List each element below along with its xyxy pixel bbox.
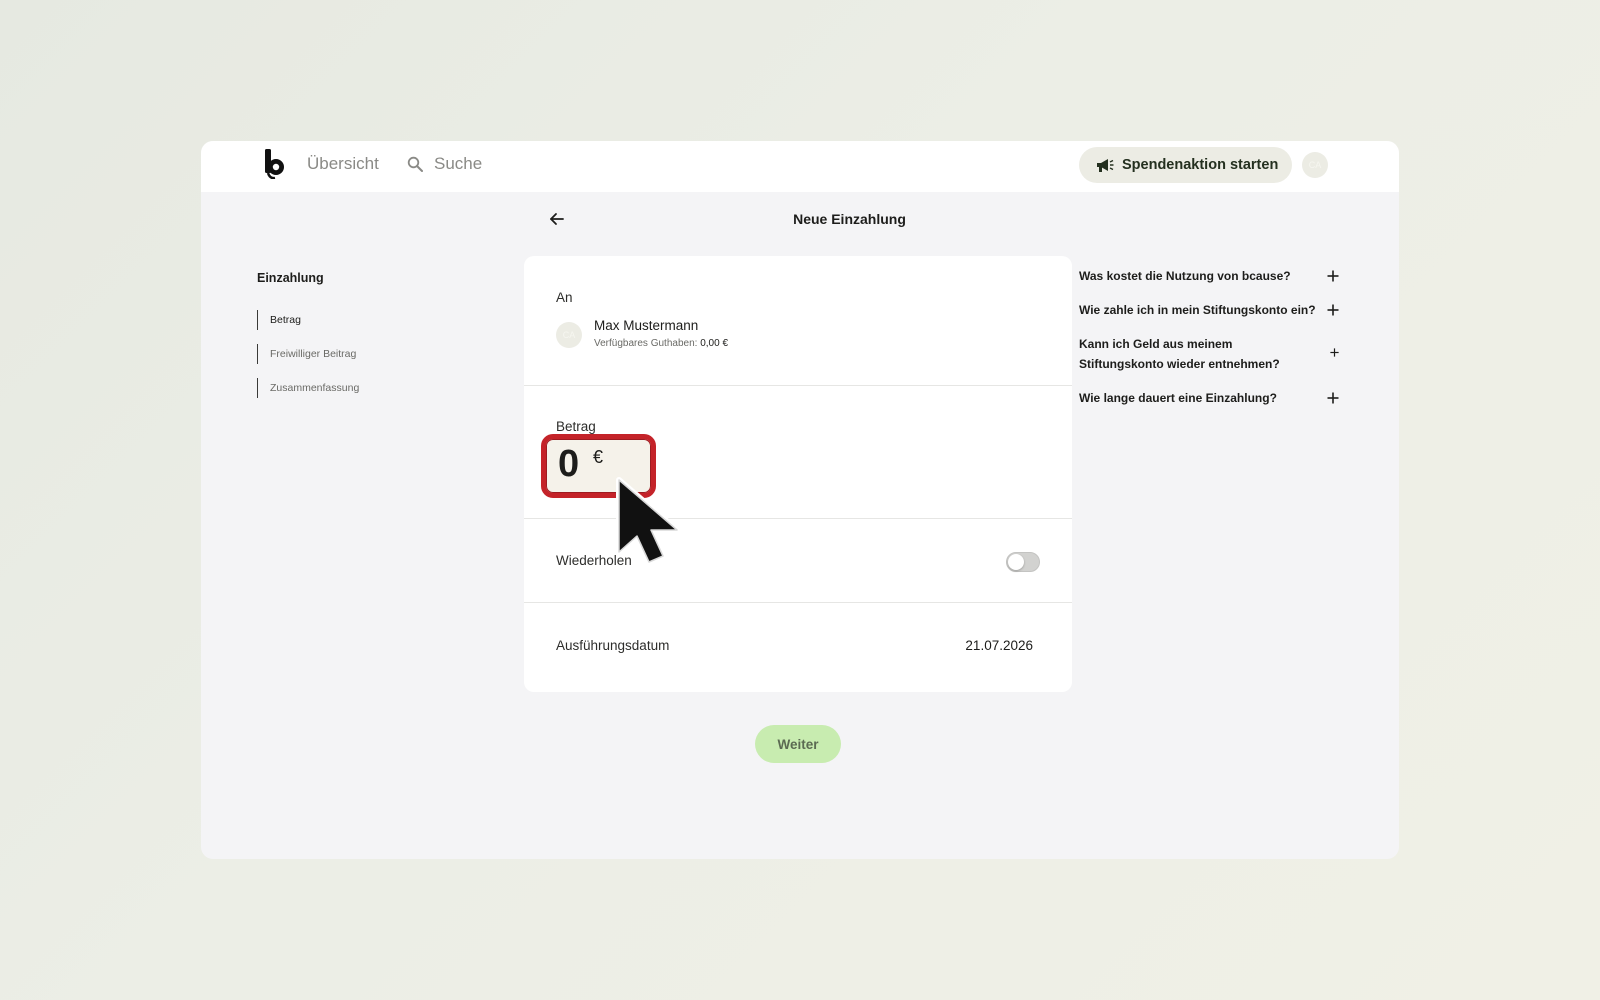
plus-icon bbox=[1330, 348, 1339, 357]
faq-item[interactable]: Wie lange dauert eine Einzahlung? bbox=[1079, 388, 1339, 408]
plus-icon bbox=[1327, 392, 1339, 404]
recipient-name: Max Mustermann bbox=[594, 318, 699, 333]
start-campaign-label: Spendenaktion starten bbox=[1122, 157, 1279, 173]
faq-item[interactable]: Was kostet die Nutzung von bcause? bbox=[1079, 266, 1339, 286]
faq-item[interactable]: Kann ich Geld aus meinem Stiftungskonto … bbox=[1079, 334, 1339, 374]
search-link[interactable]: Suche bbox=[434, 154, 482, 174]
plus-icon bbox=[1327, 270, 1339, 282]
faq-question: Was kostet die Nutzung von bcause? bbox=[1079, 269, 1291, 283]
divider bbox=[524, 518, 1072, 519]
faq-question: Kann ich Geld aus meinem Stiftungskonto … bbox=[1079, 337, 1280, 371]
page-title: Neue Einzahlung bbox=[793, 211, 906, 227]
step-voluntary-contribution[interactable]: Freiwilliger Beitrag bbox=[257, 344, 356, 364]
recipient-avatar: CA bbox=[556, 322, 582, 348]
back-arrow-icon[interactable] bbox=[549, 211, 565, 227]
nav-overview-link[interactable]: Übersicht bbox=[307, 154, 379, 174]
bcause-logo-icon[interactable] bbox=[263, 149, 287, 179]
megaphone-icon bbox=[1097, 158, 1114, 172]
toggle-knob bbox=[1008, 554, 1024, 570]
execution-date-label: Ausführungsdatum bbox=[556, 638, 670, 653]
faq-item[interactable]: Wie zahle ich in mein Stiftungskonto ein… bbox=[1079, 300, 1339, 320]
app-window: Übersicht Suche Spendenaktion starten CA… bbox=[201, 141, 1399, 859]
amount-label: Betrag bbox=[556, 419, 596, 434]
mouse-pointer-icon bbox=[616, 477, 680, 565]
deposit-form-card: An CA Max Mustermann Verfügbares Guthabe… bbox=[524, 256, 1072, 692]
execution-date-value[interactable]: 21.07.2026 bbox=[965, 638, 1033, 653]
step-betrag[interactable]: Betrag bbox=[257, 310, 301, 330]
balance-label: Verfügbares Guthaben: bbox=[594, 338, 698, 349]
user-avatar[interactable]: CA bbox=[1302, 152, 1328, 178]
balance-value: 0,00 € bbox=[700, 338, 729, 349]
faq-question: Wie zahle ich in mein Stiftungskonto ein… bbox=[1079, 303, 1316, 317]
next-button[interactable]: Weiter bbox=[755, 725, 841, 763]
top-bar: Übersicht Suche Spendenaktion starten CA bbox=[201, 141, 1399, 192]
repeat-toggle[interactable] bbox=[1006, 552, 1040, 572]
search-icon[interactable] bbox=[407, 156, 423, 172]
start-campaign-button[interactable]: Spendenaktion starten bbox=[1079, 147, 1292, 183]
recipient-label: An bbox=[556, 290, 573, 305]
amount-value: 0 bbox=[558, 443, 580, 485]
currency-symbol: € bbox=[593, 447, 604, 467]
divider bbox=[524, 602, 1072, 603]
faq-question: Wie lange dauert eine Einzahlung? bbox=[1079, 391, 1277, 405]
step-summary[interactable]: Zusammenfassung bbox=[257, 378, 359, 398]
recipient-balance: Verfügbares Guthaben: 0,00 € bbox=[594, 338, 728, 349]
steps-title: Einzahlung bbox=[257, 271, 324, 285]
plus-icon bbox=[1327, 304, 1339, 316]
divider bbox=[524, 385, 1072, 386]
